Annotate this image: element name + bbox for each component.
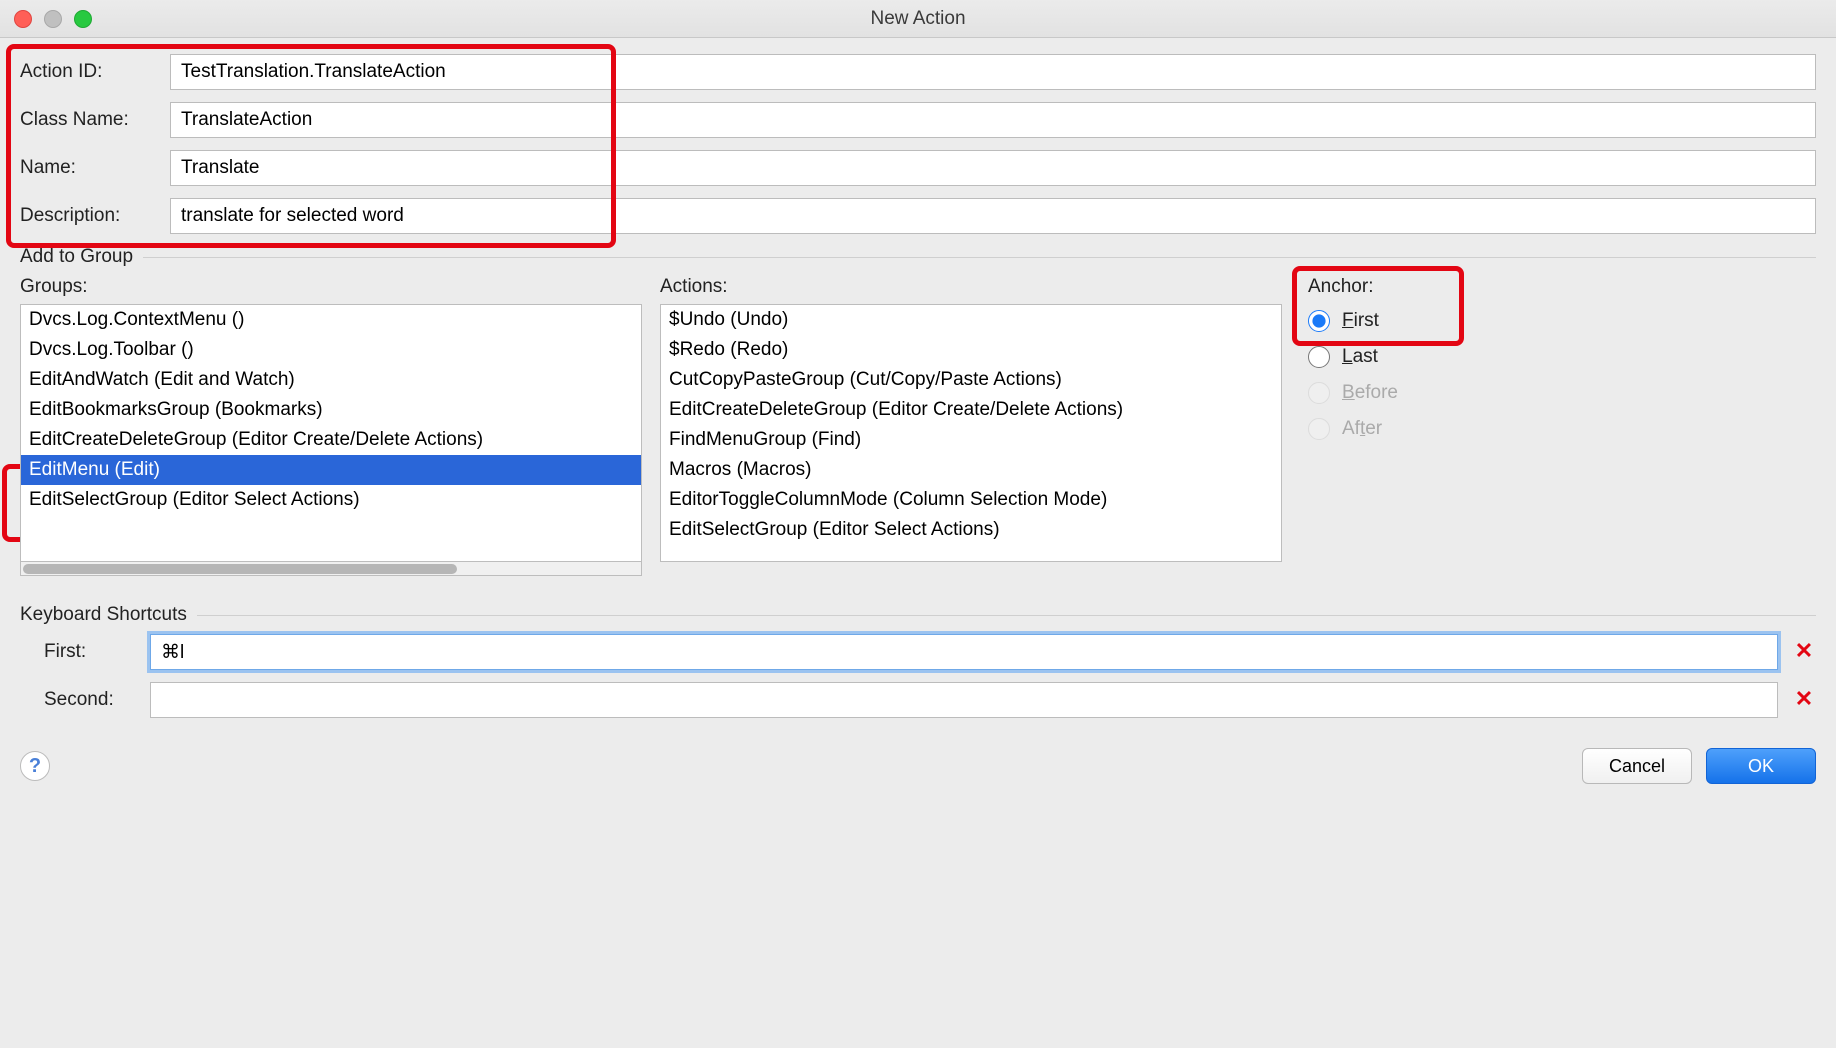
actions-listbox[interactable]: $Undo (Undo)$Redo (Redo)CutCopyPasteGrou… xyxy=(660,304,1282,562)
anchor-before-label: Before xyxy=(1342,382,1398,404)
list-item[interactable]: EditAndWatch (Edit and Watch) xyxy=(21,365,641,395)
list-item[interactable]: EditCreateDeleteGroup (Editor Create/Del… xyxy=(21,425,641,455)
action-id-input[interactable] xyxy=(170,54,1816,90)
help-button[interactable]: ? xyxy=(20,751,50,781)
anchor-before-radio xyxy=(1308,382,1330,404)
zoom-window-button[interactable] xyxy=(74,10,92,28)
name-label: Name: xyxy=(20,157,170,179)
list-item[interactable]: Dvcs.Log.ContextMenu () xyxy=(21,305,641,335)
cancel-button[interactable]: Cancel xyxy=(1582,748,1692,784)
list-item[interactable]: EditSelectGroup (Editor Select Actions) xyxy=(21,485,641,515)
class-name-label: Class Name: xyxy=(20,109,170,131)
list-item[interactable]: $Redo (Redo) xyxy=(661,335,1281,365)
class-name-input[interactable] xyxy=(170,102,1816,138)
list-item[interactable]: Dvcs.Log.Toolbar () xyxy=(21,335,641,365)
window-title: New Action xyxy=(870,8,965,30)
groups-listbox[interactable]: Dvcs.Log.ContextMenu ()Dvcs.Log.Toolbar … xyxy=(20,304,642,562)
first-shortcut-input[interactable] xyxy=(150,634,1778,670)
anchor-last-label: Last xyxy=(1342,346,1378,368)
traffic-lights xyxy=(14,10,92,28)
anchor-after-label: After xyxy=(1342,418,1382,440)
list-item[interactable]: EditSelectGroup (Editor Select Actions) xyxy=(661,515,1281,545)
titlebar: New Action xyxy=(0,0,1836,38)
anchor-after-radio xyxy=(1308,418,1330,440)
anchor-first-radio[interactable] xyxy=(1308,310,1330,332)
second-shortcut-input[interactable] xyxy=(150,682,1778,718)
list-item[interactable]: CutCopyPasteGroup (Cut/Copy/Paste Action… xyxy=(661,365,1281,395)
add-to-group-header: Add to Group xyxy=(20,246,1816,268)
anchor-label: Anchor: xyxy=(1308,276,1478,298)
second-shortcut-label: Second: xyxy=(20,689,150,711)
anchor-first-label: First xyxy=(1342,310,1379,332)
name-input[interactable] xyxy=(170,150,1816,186)
list-item[interactable]: FindMenuGroup (Find) xyxy=(661,425,1281,455)
list-item[interactable]: EditMenu (Edit) xyxy=(21,455,641,485)
shortcuts-header: Keyboard Shortcuts xyxy=(20,604,1816,626)
description-input[interactable] xyxy=(170,198,1816,234)
list-item[interactable]: $Undo (Undo) xyxy=(661,305,1281,335)
groups-label: Groups: xyxy=(20,276,642,298)
description-label: Description: xyxy=(20,205,170,227)
horizontal-scrollbar[interactable] xyxy=(20,562,642,576)
action-id-label: Action ID: xyxy=(20,61,170,83)
list-item[interactable]: Macros (Macros) xyxy=(661,455,1281,485)
anchor-last-radio[interactable] xyxy=(1308,346,1330,368)
clear-first-shortcut-button[interactable]: ✕ xyxy=(1792,640,1816,664)
list-item[interactable]: EditorToggleColumnMode (Column Selection… xyxy=(661,485,1281,515)
ok-button[interactable]: OK xyxy=(1706,748,1816,784)
list-item[interactable]: EditBookmarksGroup (Bookmarks) xyxy=(21,395,641,425)
minimize-window-button[interactable] xyxy=(44,10,62,28)
list-item[interactable]: EditCreateDeleteGroup (Editor Create/Del… xyxy=(661,395,1281,425)
clear-second-shortcut-button[interactable]: ✕ xyxy=(1792,688,1816,712)
actions-label: Actions: xyxy=(660,276,1282,298)
first-shortcut-label: First: xyxy=(20,641,150,663)
close-window-button[interactable] xyxy=(14,10,32,28)
